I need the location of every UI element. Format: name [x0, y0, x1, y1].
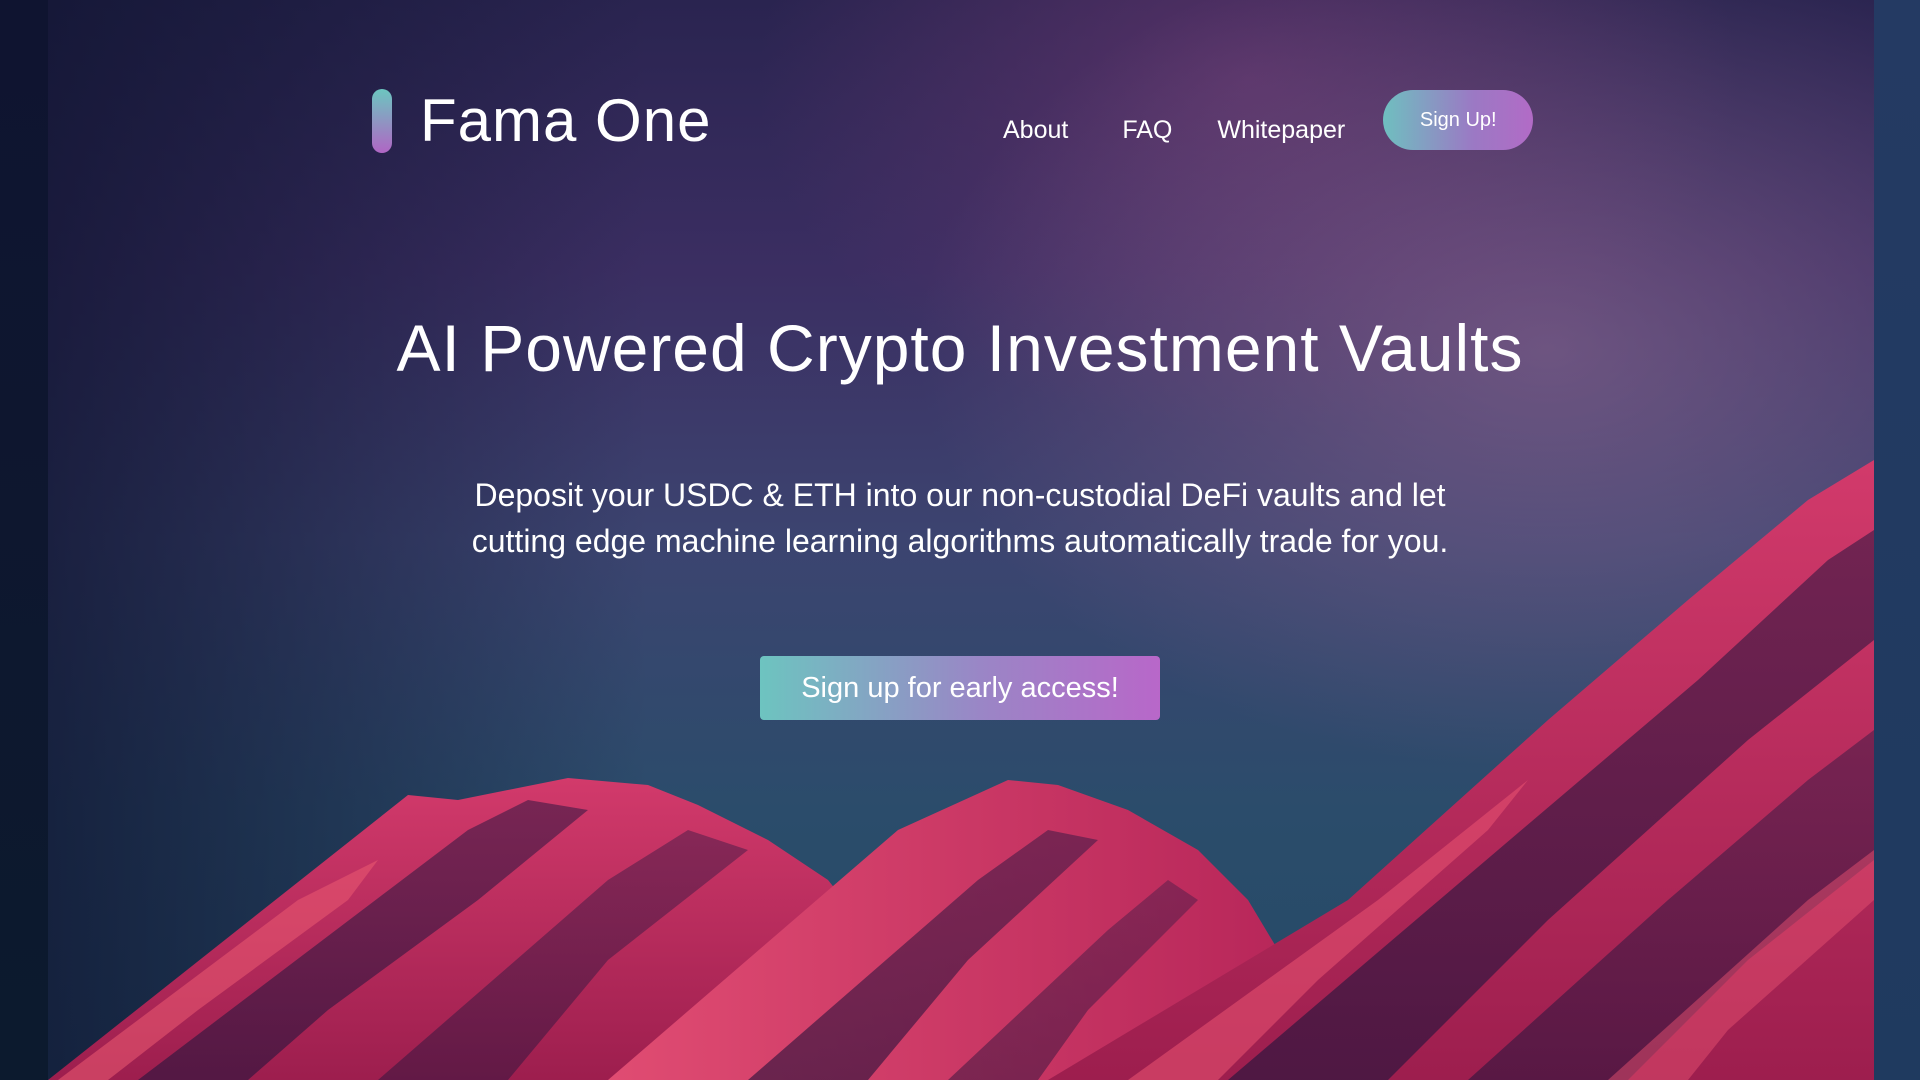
nav-about-link[interactable]: About	[1003, 96, 1068, 145]
brand-logo[interactable]: Fama One	[372, 86, 711, 155]
early-access-button[interactable]: Sign up for early access!	[760, 656, 1160, 720]
gradient-bar-icon	[372, 88, 392, 153]
hero-subtext-line-2: cutting edge machine learning algorithms…	[471, 523, 1449, 559]
nav-faq-link[interactable]: FAQ	[1122, 96, 1172, 145]
hero-subtext: Deposit your USDC & ETH into our non-cus…	[0, 472, 1920, 564]
brand-name: Fama One	[420, 87, 712, 154]
nav-signup-button[interactable]: Sign Up!	[1383, 90, 1534, 150]
top-nav: About FAQ Whitepaper Sign Up!	[1003, 90, 1534, 150]
page: Fama One About FAQ Whitepaper Sign Up! A…	[0, 0, 1920, 1080]
hero-headline: AI Powered Crypto Investment Vaults	[396, 311, 1524, 385]
hero-subtext-line-1: Deposit your USDC & ETH into our non-cus…	[474, 477, 1446, 513]
nav-whitepaper-link[interactable]: Whitepaper	[1217, 96, 1345, 145]
